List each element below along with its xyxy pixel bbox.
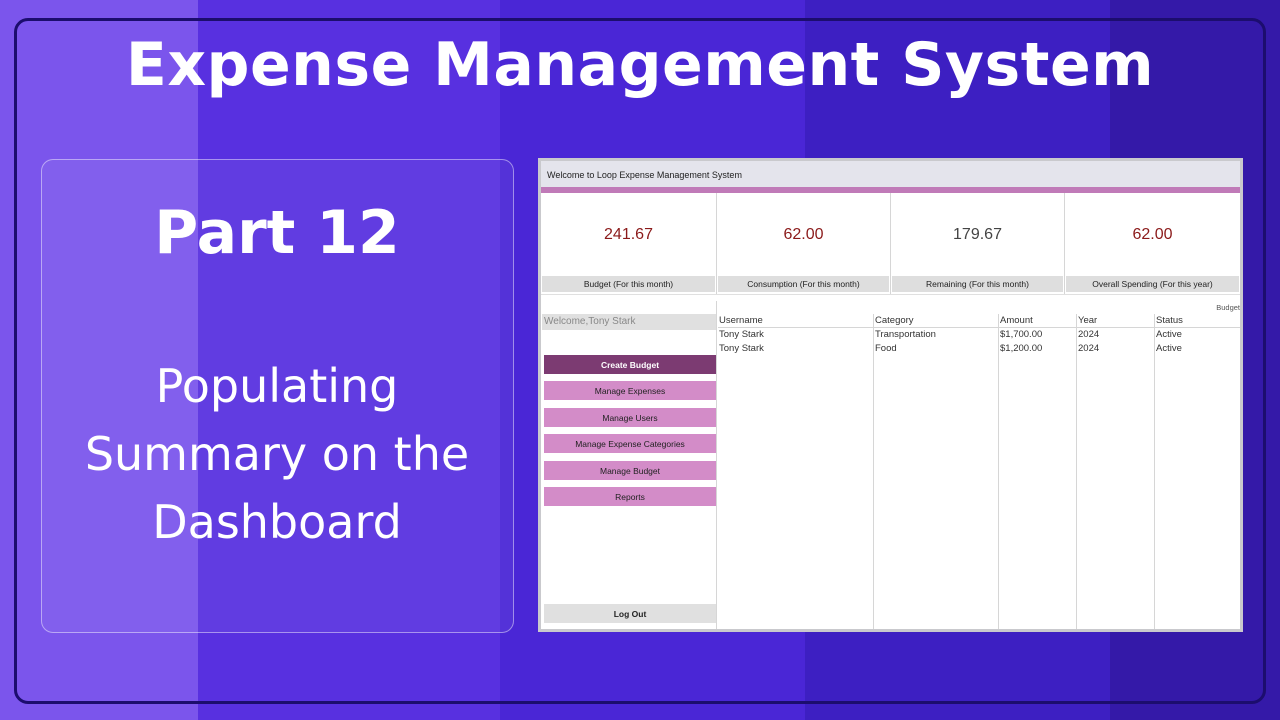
column-year: Year 2024 2024: [1077, 314, 1155, 629]
create-budget-button[interactable]: Create Budget: [544, 355, 716, 374]
column-category: Category Transportation Food: [874, 314, 999, 629]
table-cell[interactable]: Tony Stark: [718, 342, 873, 356]
manage-users-button[interactable]: Manage Users: [544, 408, 716, 427]
kpi-value: 179.67: [953, 225, 1002, 243]
manage-budget-button[interactable]: Manage Budget: [544, 461, 716, 480]
table-cell[interactable]: 2024: [1077, 328, 1154, 342]
table-cell[interactable]: Transportation: [874, 328, 998, 342]
window-title: Welcome to Loop Expense Management Syste…: [541, 161, 1240, 187]
table-cell[interactable]: Tony Stark: [718, 328, 873, 342]
table-cell[interactable]: $1,700.00: [999, 328, 1076, 342]
kpi-remaining: 179.67 Remaining (For this month): [891, 193, 1065, 294]
subtitle-line: Populating: [155, 359, 399, 413]
kpi-budget: 241.67 Budget (For this month): [541, 193, 717, 294]
column-header[interactable]: Username: [718, 314, 873, 328]
column-username: Username Tony Stark Tony Stark: [718, 314, 874, 629]
part-number: Part 12: [154, 198, 400, 268]
table-cell[interactable]: Active: [1155, 328, 1240, 342]
kpi-consumption: 62.00 Consumption (For this month): [717, 193, 891, 294]
column-header[interactable]: Status: [1155, 314, 1240, 328]
episode-card: Part 12 Populating Summary on the Dashbo…: [41, 159, 514, 633]
table-cell[interactable]: Food: [874, 342, 998, 356]
kpi-label: Budget (For this month): [542, 276, 715, 292]
column-header[interactable]: Amount: [999, 314, 1076, 328]
subtitle-line: Dashboard: [152, 495, 402, 549]
grid-title: Budget: [1216, 303, 1240, 312]
subtitle-line: Summary on the: [84, 427, 470, 481]
kpi-value: 62.00: [783, 225, 824, 243]
column-status: Status Active Active: [1155, 314, 1240, 629]
manage-expenses-button[interactable]: Manage Expenses: [544, 381, 716, 400]
manage-expense-categories-button[interactable]: Manage Expense Categories: [544, 434, 716, 453]
content-area: Welcome,Tony Stark Create Budget Manage …: [541, 301, 1240, 629]
welcome-label: Welcome,Tony Stark: [542, 314, 716, 330]
reports-button[interactable]: Reports: [544, 487, 716, 506]
budget-grid-panel: Budget Username Tony Stark Tony Stark Ca…: [718, 301, 1240, 629]
sidebar: Welcome,Tony Stark Create Budget Manage …: [541, 301, 717, 629]
column-amount: Amount $1,700.00 $1,200.00: [999, 314, 1077, 629]
budget-table[interactable]: Username Tony Stark Tony Stark Category …: [718, 314, 1240, 629]
kpi-row: 241.67 Budget (For this month) 62.00 Con…: [541, 193, 1240, 295]
column-header[interactable]: Category: [874, 314, 998, 328]
table-cell[interactable]: 2024: [1077, 342, 1154, 356]
kpi-label: Remaining (For this month): [892, 276, 1063, 292]
column-header[interactable]: Year: [1077, 314, 1154, 328]
kpi-label: Overall Spending (For this year): [1066, 276, 1239, 292]
kpi-overall-spending: 62.00 Overall Spending (For this year): [1065, 193, 1240, 294]
kpi-value: 241.67: [604, 225, 653, 243]
app-window: Welcome to Loop Expense Management Syste…: [538, 158, 1243, 632]
episode-subtitle: Populating Summary on the Dashboard: [42, 352, 512, 556]
page-title: Expense Management System: [125, 30, 1155, 100]
logout-button[interactable]: Log Out: [544, 604, 716, 623]
kpi-value: 62.00: [1132, 225, 1173, 243]
table-cell[interactable]: $1,200.00: [999, 342, 1076, 356]
kpi-label: Consumption (For this month): [718, 276, 889, 292]
table-cell[interactable]: Active: [1155, 342, 1240, 356]
